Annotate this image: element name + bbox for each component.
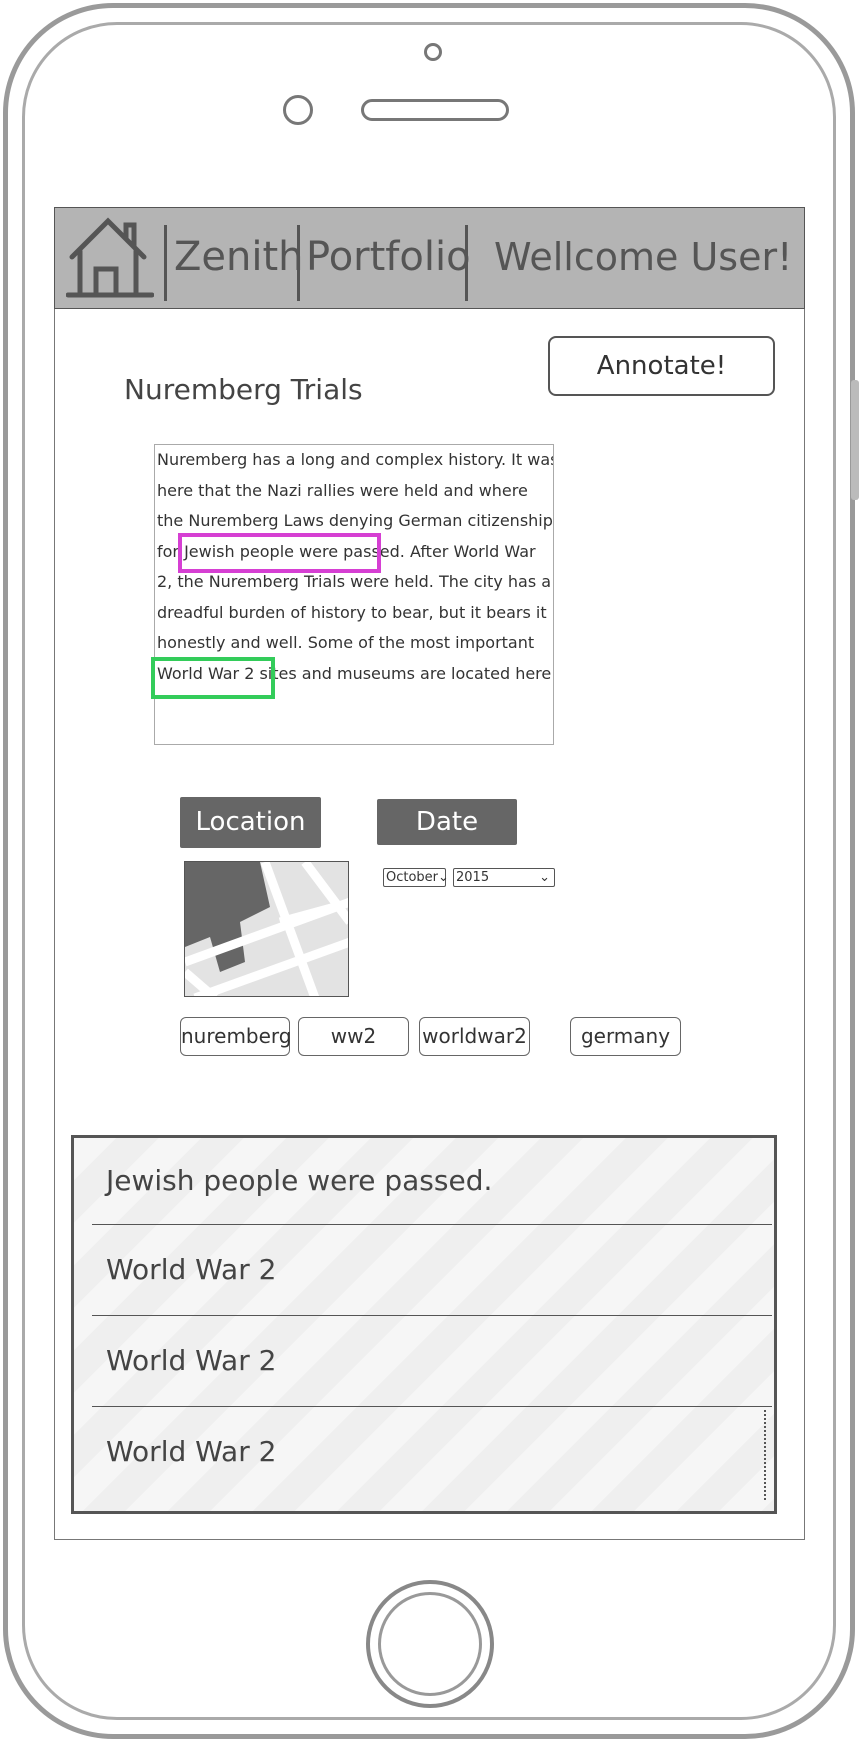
page-title: Nuremberg Trials [124,373,363,406]
home-button-ring [378,1592,482,1696]
tag-nuremberg[interactable]: nuremberg [180,1017,292,1056]
nav-divider [164,225,167,301]
annotate-button[interactable]: Annotate! [548,336,775,396]
tag-ww2[interactable]: ww2 [298,1017,409,1056]
nav-divider [297,225,300,301]
camera-icon [424,43,442,61]
nav-zenith[interactable]: Zenith [174,225,304,295]
text-line: honestly and well. Some of the most impo… [157,633,535,652]
list-item[interactable]: Jewish people were passed. [74,1135,774,1226]
location-button[interactable]: Location [180,797,321,848]
article-text[interactable]: Nuremberg has a long and complex history… [154,444,554,745]
nav-portfolio[interactable]: Portfolio [306,225,471,295]
tag-worldwar2[interactable]: worldwar2 [419,1017,530,1056]
tag-germany[interactable]: germany [570,1017,681,1056]
map-icon [185,862,348,996]
chevron-down-icon: ⌄ [539,870,550,885]
list-item[interactable]: World War 2 [74,1406,774,1497]
text-line: here that the Nazi rallies were held and… [157,480,528,500]
home-icon[interactable] [66,215,154,301]
month-select[interactable]: October⌄ [383,868,449,887]
welcome-text: Wellcome User! [494,235,793,279]
text-line: the Nuremberg Laws denying German citize… [157,511,553,530]
list-item[interactable]: World War 2 [74,1224,774,1315]
text-line: Nuremberg has a long and complex history… [157,450,554,469]
highlight-pink[interactable] [178,533,381,573]
highlight-green[interactable] [151,657,275,699]
year-select[interactable]: 2015 ⌄ [453,868,555,887]
nav-divider [465,225,468,301]
text-line: dreadful burden of history to bear, but … [157,602,547,622]
scrollbar[interactable] [764,1410,766,1500]
sensor-icon [283,95,313,125]
chevron-down-icon: ⌄ [438,870,449,885]
speaker-icon [361,99,509,121]
side-button [851,380,859,500]
map-thumbnail[interactable] [184,861,349,997]
list-item[interactable]: World War 2 [74,1315,774,1406]
date-button[interactable]: Date [377,799,517,845]
